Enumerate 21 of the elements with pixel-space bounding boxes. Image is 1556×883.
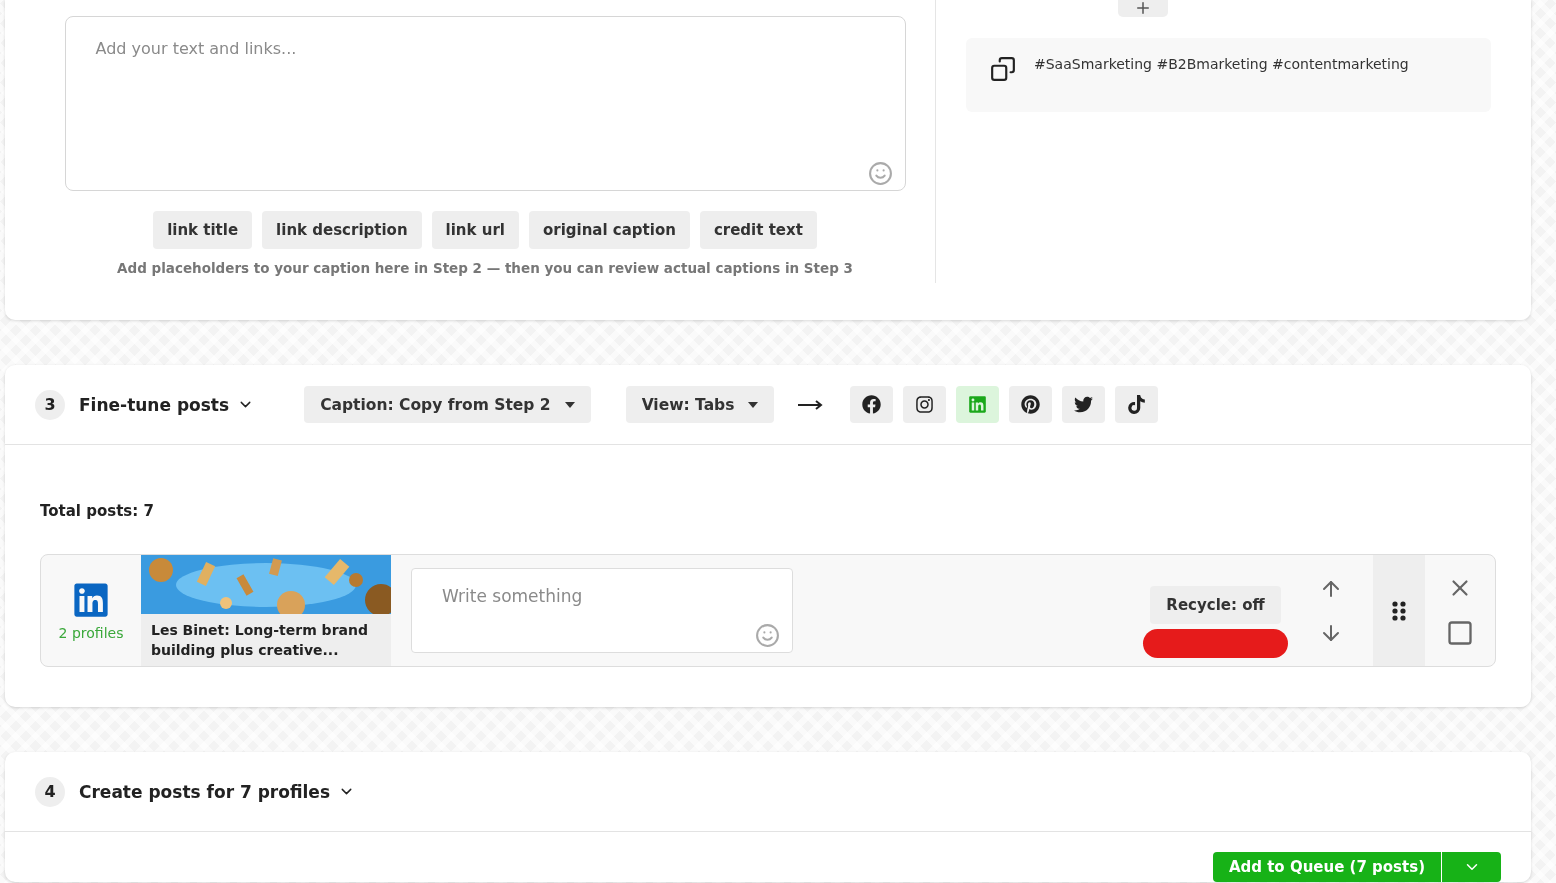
step-title[interactable]: Fine-tune posts: [79, 394, 255, 415]
link-title: Les Binet: Long-term brand building plus creative...: [150, 621, 369, 660]
total-posts: Total posts: 7: [40, 502, 155, 520]
placeholder-chip[interactable]: link title: [153, 211, 253, 249]
saved-text-card[interactable]: #SaaSmarketing #B2Bmarketing #contentmarketing: [966, 38, 1491, 112]
view-dropdown[interactable]: View: Tabs: [625, 386, 775, 423]
step-number: 4: [35, 776, 65, 807]
step-number: 3: [35, 389, 65, 420]
caption-dropdown[interactable]: Caption: Copy from Step 2: [304, 386, 591, 423]
placeholder-chip[interactable]: credit text: [699, 211, 817, 249]
caption-field[interactable]: Add your text and links...: [64, 16, 906, 191]
placeholder-chip[interactable]: link description: [262, 211, 422, 249]
placeholder-chip[interactable]: link url: [431, 211, 519, 249]
post-placeholder: Write something: [442, 586, 583, 606]
caption-placeholder: Add your text and links...: [95, 39, 297, 58]
saved-text: #SaaSmarketing #B2Bmarketing #contentmarketing: [1034, 56, 1409, 74]
placeholder-hint: Add placeholders to your caption here in Step 2 — then you can review actual captions in Step 3: [117, 260, 853, 276]
placeholder-chip[interactable]: original caption: [528, 211, 690, 249]
recycle-button[interactable]: Recycle: off: [1150, 585, 1281, 624]
step-title[interactable]: Create posts for 7 profiles: [79, 781, 355, 802]
post-text-field[interactable]: Write something: [411, 568, 793, 653]
